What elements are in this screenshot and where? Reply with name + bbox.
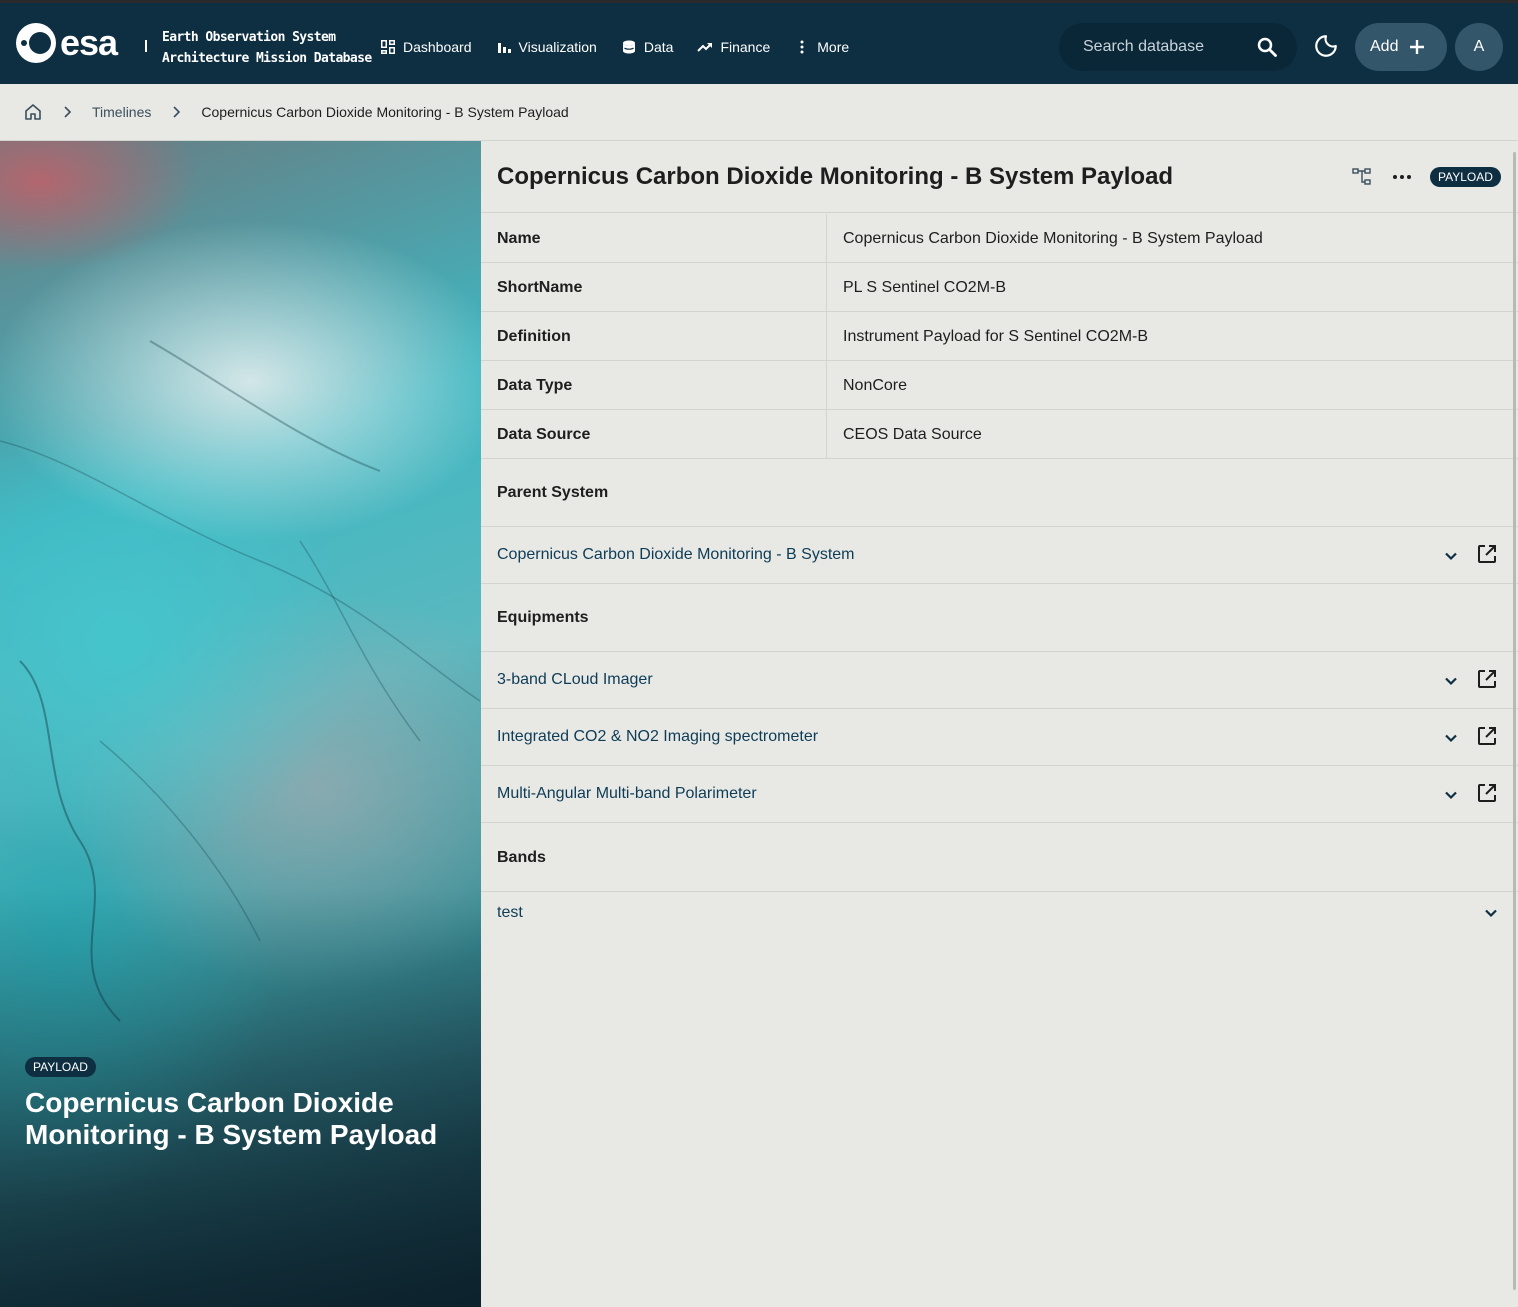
section-title-equipments: Equipments (497, 609, 589, 626)
equipment-link[interactable]: Integrated CO2 & NO2 Imaging spectromete… (497, 728, 818, 746)
property-row: Data Source CEOS Data Source (481, 410, 1518, 459)
user-avatar[interactable]: A (1455, 23, 1503, 71)
property-key: ShortName (497, 279, 583, 296)
nav-more-label: More (817, 39, 850, 55)
nav-visualization-label: Visualization (518, 39, 597, 55)
esa-logo[interactable]: esa (16, 22, 118, 63)
detail-header: Copernicus Carbon Dioxide Monitoring - B… (481, 141, 1518, 213)
nav-finance-label: Finance (720, 39, 771, 55)
chevron-right-icon (173, 106, 181, 118)
nav-dashboard-label: Dashboard (403, 39, 472, 55)
list-item: Integrated CO2 & NO2 Imaging spectromete… (481, 709, 1518, 766)
property-row: Data Type NonCore (481, 361, 1518, 410)
column-divider (826, 312, 827, 360)
property-key: Data Type (497, 377, 573, 394)
app-title: Earth Observation System Architecture Mi… (162, 27, 372, 69)
plus-icon (1410, 40, 1425, 54)
property-key: Definition (497, 328, 571, 345)
nav-data-label: Data (643, 39, 674, 55)
add-button-label: Add (1370, 38, 1399, 55)
band-item-label: test (497, 904, 523, 921)
nav-finance[interactable]: Finance (697, 33, 770, 61)
home-icon[interactable] (24, 103, 42, 121)
esa-logo-text: esa (60, 22, 118, 63)
chevron-down-icon[interactable] (1483, 905, 1499, 921)
chevron-down-icon[interactable] (1443, 673, 1459, 689)
column-divider (826, 410, 827, 458)
parent-system-link[interactable]: Copernicus Carbon Dioxide Monitoring - B… (497, 546, 854, 564)
open-external-icon[interactable] (1475, 542, 1499, 566)
chevron-down-icon[interactable] (1443, 730, 1459, 746)
nav-visualization[interactable]: Visualization (496, 33, 597, 61)
property-value: Copernicus Carbon Dioxide Monitoring - B… (843, 230, 1263, 247)
property-key: Data Source (497, 426, 591, 443)
equipment-link[interactable]: 3-band CLoud Imager (497, 671, 653, 689)
property-row: Definition Instrument Payload for S Sent… (481, 312, 1518, 361)
main-nav: Dashboard Visualization Data Finance Mor… (380, 33, 849, 61)
property-row: ShortName PL S Sentinel CO2M-B (481, 263, 1518, 312)
list-item: 3-band CLoud Imager (481, 652, 1518, 709)
equipment-link[interactable]: Multi-Angular Multi-band Polarimeter (497, 785, 757, 803)
nav-more[interactable]: More (794, 33, 849, 61)
list-item: Copernicus Carbon Dioxide Monitoring - B… (481, 527, 1518, 584)
hero-type-badge: PAYLOAD (25, 1057, 96, 1077)
chevron-down-icon[interactable] (1443, 548, 1459, 564)
property-key: Name (497, 230, 541, 247)
top-navigation-bar: esa Earth Observation System Architectur… (0, 0, 1518, 84)
hierarchy-icon[interactable] (1352, 167, 1372, 187)
nav-dashboard[interactable]: Dashboard (380, 33, 472, 61)
dashboard-icon (381, 40, 395, 54)
list-item[interactable]: test (481, 892, 1518, 932)
search-icon[interactable] (1255, 35, 1279, 59)
section-title-parent-system: Parent System (497, 484, 609, 501)
hero-title: Copernicus Carbon Dioxide Monitoring - B… (25, 1087, 438, 1150)
scrollbar[interactable] (1513, 152, 1516, 1290)
logo-separator (145, 40, 147, 52)
add-button[interactable]: Add (1355, 23, 1447, 71)
breadcrumb-current: Copernicus Carbon Dioxide Monitoring - B… (201, 104, 569, 120)
database-icon (622, 40, 635, 54)
open-external-icon[interactable] (1475, 781, 1499, 805)
breadcrumb-timelines[interactable]: Timelines (92, 104, 151, 120)
more-vertical-icon (800, 40, 804, 54)
property-value: Instrument Payload for S Sentinel CO2M-B (843, 328, 1149, 345)
bar-chart-icon (497, 43, 511, 53)
app-title-line-2: Architecture Mission Database (162, 51, 372, 66)
type-badge: PAYLOAD (1430, 167, 1501, 187)
list-item: Multi-Angular Multi-band Polarimeter (481, 766, 1518, 823)
app-title-line-1: Earth Observation System (162, 30, 336, 45)
trend-icon (697, 43, 713, 52)
dark-mode-toggle-icon[interactable] (1313, 33, 1339, 59)
property-value: NonCore (843, 377, 908, 394)
section-title-bands: Bands (497, 849, 546, 866)
open-external-icon[interactable] (1475, 724, 1499, 748)
property-value: CEOS Data Source (843, 426, 982, 443)
page-title: Copernicus Carbon Dioxide Monitoring - B… (497, 163, 1174, 190)
column-divider (826, 214, 827, 262)
search-bar (1059, 23, 1297, 71)
property-row: Name Copernicus Carbon Dioxide Monitorin… (481, 214, 1518, 263)
nav-data[interactable]: Data (621, 33, 674, 61)
column-divider (826, 263, 827, 311)
property-value: PL S Sentinel CO2M-B (843, 279, 1007, 296)
column-divider (826, 361, 827, 409)
detail-panel: Copernicus Carbon Dioxide Monitoring - B… (481, 141, 1518, 1307)
more-horizontal-icon[interactable] (1391, 167, 1413, 187)
open-external-icon[interactable] (1475, 667, 1499, 691)
search-input[interactable] (1083, 38, 1253, 56)
breadcrumb: Timelines Copernicus Carbon Dioxide Moni… (0, 84, 1518, 141)
chevron-right-icon (64, 106, 72, 118)
esa-logo-mark-icon (16, 23, 56, 63)
chevron-down-icon[interactable] (1443, 787, 1459, 803)
